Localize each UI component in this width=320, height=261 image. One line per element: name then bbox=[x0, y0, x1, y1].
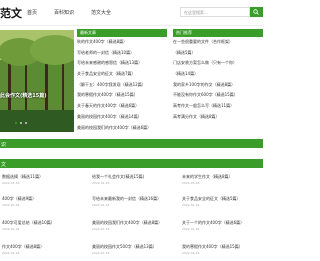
section-knowledge-bar: 识 bbox=[0, 139, 263, 148]
list-item[interactable]: （精选14篇） bbox=[173, 71, 263, 82]
grid-item-date: 2022-01-16 bbox=[2, 203, 20, 207]
latest-articles-list: 秋的作文400字（精选8篇） 写给老师的一封信（精选10篇） 写给未来感谢的感恩… bbox=[77, 39, 167, 135]
latest-articles-title: 最新文章 bbox=[77, 29, 167, 37]
search-button[interactable] bbox=[250, 7, 263, 17]
grid-item-date: 2022-01-16 bbox=[92, 203, 110, 207]
grid-item-date: 2022-01-16 bbox=[92, 251, 110, 255]
grid-item-date: 2022-01-16 bbox=[92, 227, 110, 231]
grid-item-date: 2022-01-16 bbox=[92, 181, 110, 185]
list-item[interactable]: 门店安装方案怎么做（只有一个你） bbox=[173, 60, 263, 71]
list-item[interactable]: 写给老师的一封信（精选10篇） bbox=[77, 50, 167, 61]
grid-item[interactable]: 我的寒假作文400字（精选15篇） 2022-01-16 bbox=[182, 244, 262, 255]
grid-item[interactable]: 未来的学生作文（精选8篇） 2022-01-16 bbox=[182, 174, 262, 185]
list-item[interactable]: （精选5篇） bbox=[173, 50, 263, 61]
list-item[interactable]: 美丽的校园作文400字（精选14篇） bbox=[77, 114, 167, 125]
forest-image bbox=[0, 30, 74, 132]
list-item[interactable]: 高考作文一般怎么写（精选11篇） bbox=[173, 103, 263, 114]
grid-item[interactable]: 美丽的校园我们作文400字（精选8篇） 2022-01-16 bbox=[92, 220, 172, 231]
grid-item[interactable]: 关于食品安全的征文（精选5篇） 2022-01-16 bbox=[182, 196, 262, 207]
list-item[interactable]: 秋的作文400字（精选8篇） bbox=[77, 39, 167, 50]
search-icon bbox=[253, 9, 259, 15]
carousel-dot[interactable] bbox=[25, 122, 27, 124]
grid-item-title[interactable]: 未来的学生作文（精选8篇） bbox=[182, 174, 262, 180]
recommend-list: 在一些很重要的文件（合作框架） （精选5篇） 门店安装方案怎么做（只有一个你） … bbox=[173, 39, 263, 125]
grid-item-title[interactable]: 关于一个的作文400字（精选6篇） bbox=[182, 220, 262, 226]
grid-item-title[interactable]: 关于食品安全的征文（精选5篇） bbox=[182, 196, 262, 202]
grid-item-title[interactable]: 作文400字（精选8篇） bbox=[2, 244, 82, 250]
grid-item[interactable]: 给我一个礼会作文(精选15篇) 2022-01-16 bbox=[92, 174, 172, 185]
banner-carousel[interactable]: 此会作文(精选15篇) bbox=[0, 30, 74, 132]
list-item[interactable]: 写给未来感谢的感恩信（精选13篇） bbox=[77, 60, 167, 71]
list-item[interactable]: 不能没有你作文600字（精选15篇） bbox=[173, 92, 263, 103]
section-essays-bar: 文 bbox=[0, 159, 263, 168]
grid-item-date: 2022-01-16 bbox=[182, 251, 200, 255]
grid-item-date: 2022-01-16 bbox=[182, 227, 200, 231]
header: 范文 首页 百科知识 范文大全 在这里搜索... bbox=[0, 0, 263, 26]
list-item[interactable]: 我的家乡100字的作文（精选8篇） bbox=[173, 82, 263, 93]
nav-home[interactable]: 首页 bbox=[27, 9, 37, 16]
carousel-dot[interactable] bbox=[15, 122, 17, 124]
site-logo[interactable]: 范文 bbox=[0, 5, 22, 21]
grid-item-title[interactable]: 400字可爱总结（精选10篇） bbox=[2, 220, 82, 226]
list-item[interactable]: 美丽的校园我们的作文400字（精选6篇） bbox=[77, 125, 167, 136]
banner-image bbox=[0, 30, 74, 132]
list-item[interactable]: 高考满分作文（精选8篇） bbox=[173, 114, 263, 125]
grid-item-title[interactable]: 给我一个礼会作文(精选15篇) bbox=[92, 174, 172, 180]
carousel-dots bbox=[15, 122, 30, 124]
carousel-dot[interactable] bbox=[20, 122, 22, 124]
grid-item[interactable]: 400字可爱总结（精选10篇） 2022-01-16 bbox=[2, 220, 82, 231]
list-item[interactable]: 我的寒假作文400字（精选15篇） bbox=[77, 92, 167, 103]
grid-item[interactable]: 400字（精选9篇） 2022-01-16 bbox=[2, 196, 82, 207]
list-item[interactable]: 关于食品安全的征文（精选7篇） bbox=[77, 71, 167, 82]
grid-item-date: 2022-01-16 bbox=[182, 203, 200, 207]
grid-item-title[interactable]: 美丽的校园我们作文400字（精选8篇） bbox=[92, 220, 172, 226]
main-nav: 首页 百科知识 范文大全 bbox=[27, 9, 128, 16]
grid-item[interactable]: 写给未来最新我的一封信（精选16篇） 2022-01-16 bbox=[92, 196, 172, 207]
list-item[interactable]: （解干五）400字我发现（精选12篇） bbox=[77, 82, 167, 93]
list-item[interactable]: 关于春天的作文400字（精选6篇） bbox=[77, 103, 167, 114]
grid-item-title[interactable]: 美丽的校园作文500字（精选13篇） bbox=[92, 244, 172, 250]
grid-item-title[interactable]: 我的寒假作文400字（精选15篇） bbox=[182, 244, 262, 250]
grid-item-title[interactable]: 写给未来最新我的一封信（精选16篇） bbox=[92, 196, 172, 202]
search-input[interactable]: 在这里搜索... bbox=[180, 7, 250, 17]
recommend-title: 热门推荐 bbox=[173, 29, 263, 37]
grid-item[interactable]: 关于一个的作文400字（精选6篇） 2022-01-16 bbox=[182, 220, 262, 231]
grid-item-title[interactable]: 400字（精选9篇） bbox=[2, 196, 82, 202]
grid-item[interactable]: 美丽的校园作文500字（精选13篇） 2022-01-16 bbox=[92, 244, 172, 255]
grid-item-title[interactable]: 数据选摘（精选11篇） bbox=[2, 174, 82, 180]
nav-essays[interactable]: 范文大全 bbox=[91, 9, 111, 16]
grid-item[interactable]: 数据选摘（精选11篇） 2022-01-16 bbox=[2, 174, 82, 185]
nav-knowledge[interactable]: 百科知识 bbox=[54, 9, 74, 16]
grid-item-date: 2022-01-16 bbox=[2, 181, 20, 185]
grid-item-date: 2022-01-16 bbox=[182, 181, 200, 185]
list-item[interactable]: 在一些很重要的文件（合作框架） bbox=[173, 39, 263, 50]
banner-caption[interactable]: 此会作文(精选15篇) bbox=[0, 92, 74, 99]
grid-item-date: 2022-01-16 bbox=[2, 227, 20, 231]
grid-item-date: 2022-01-16 bbox=[2, 251, 20, 255]
grid-item[interactable]: 作文400字（精选8篇） 2022-01-16 bbox=[2, 244, 82, 255]
